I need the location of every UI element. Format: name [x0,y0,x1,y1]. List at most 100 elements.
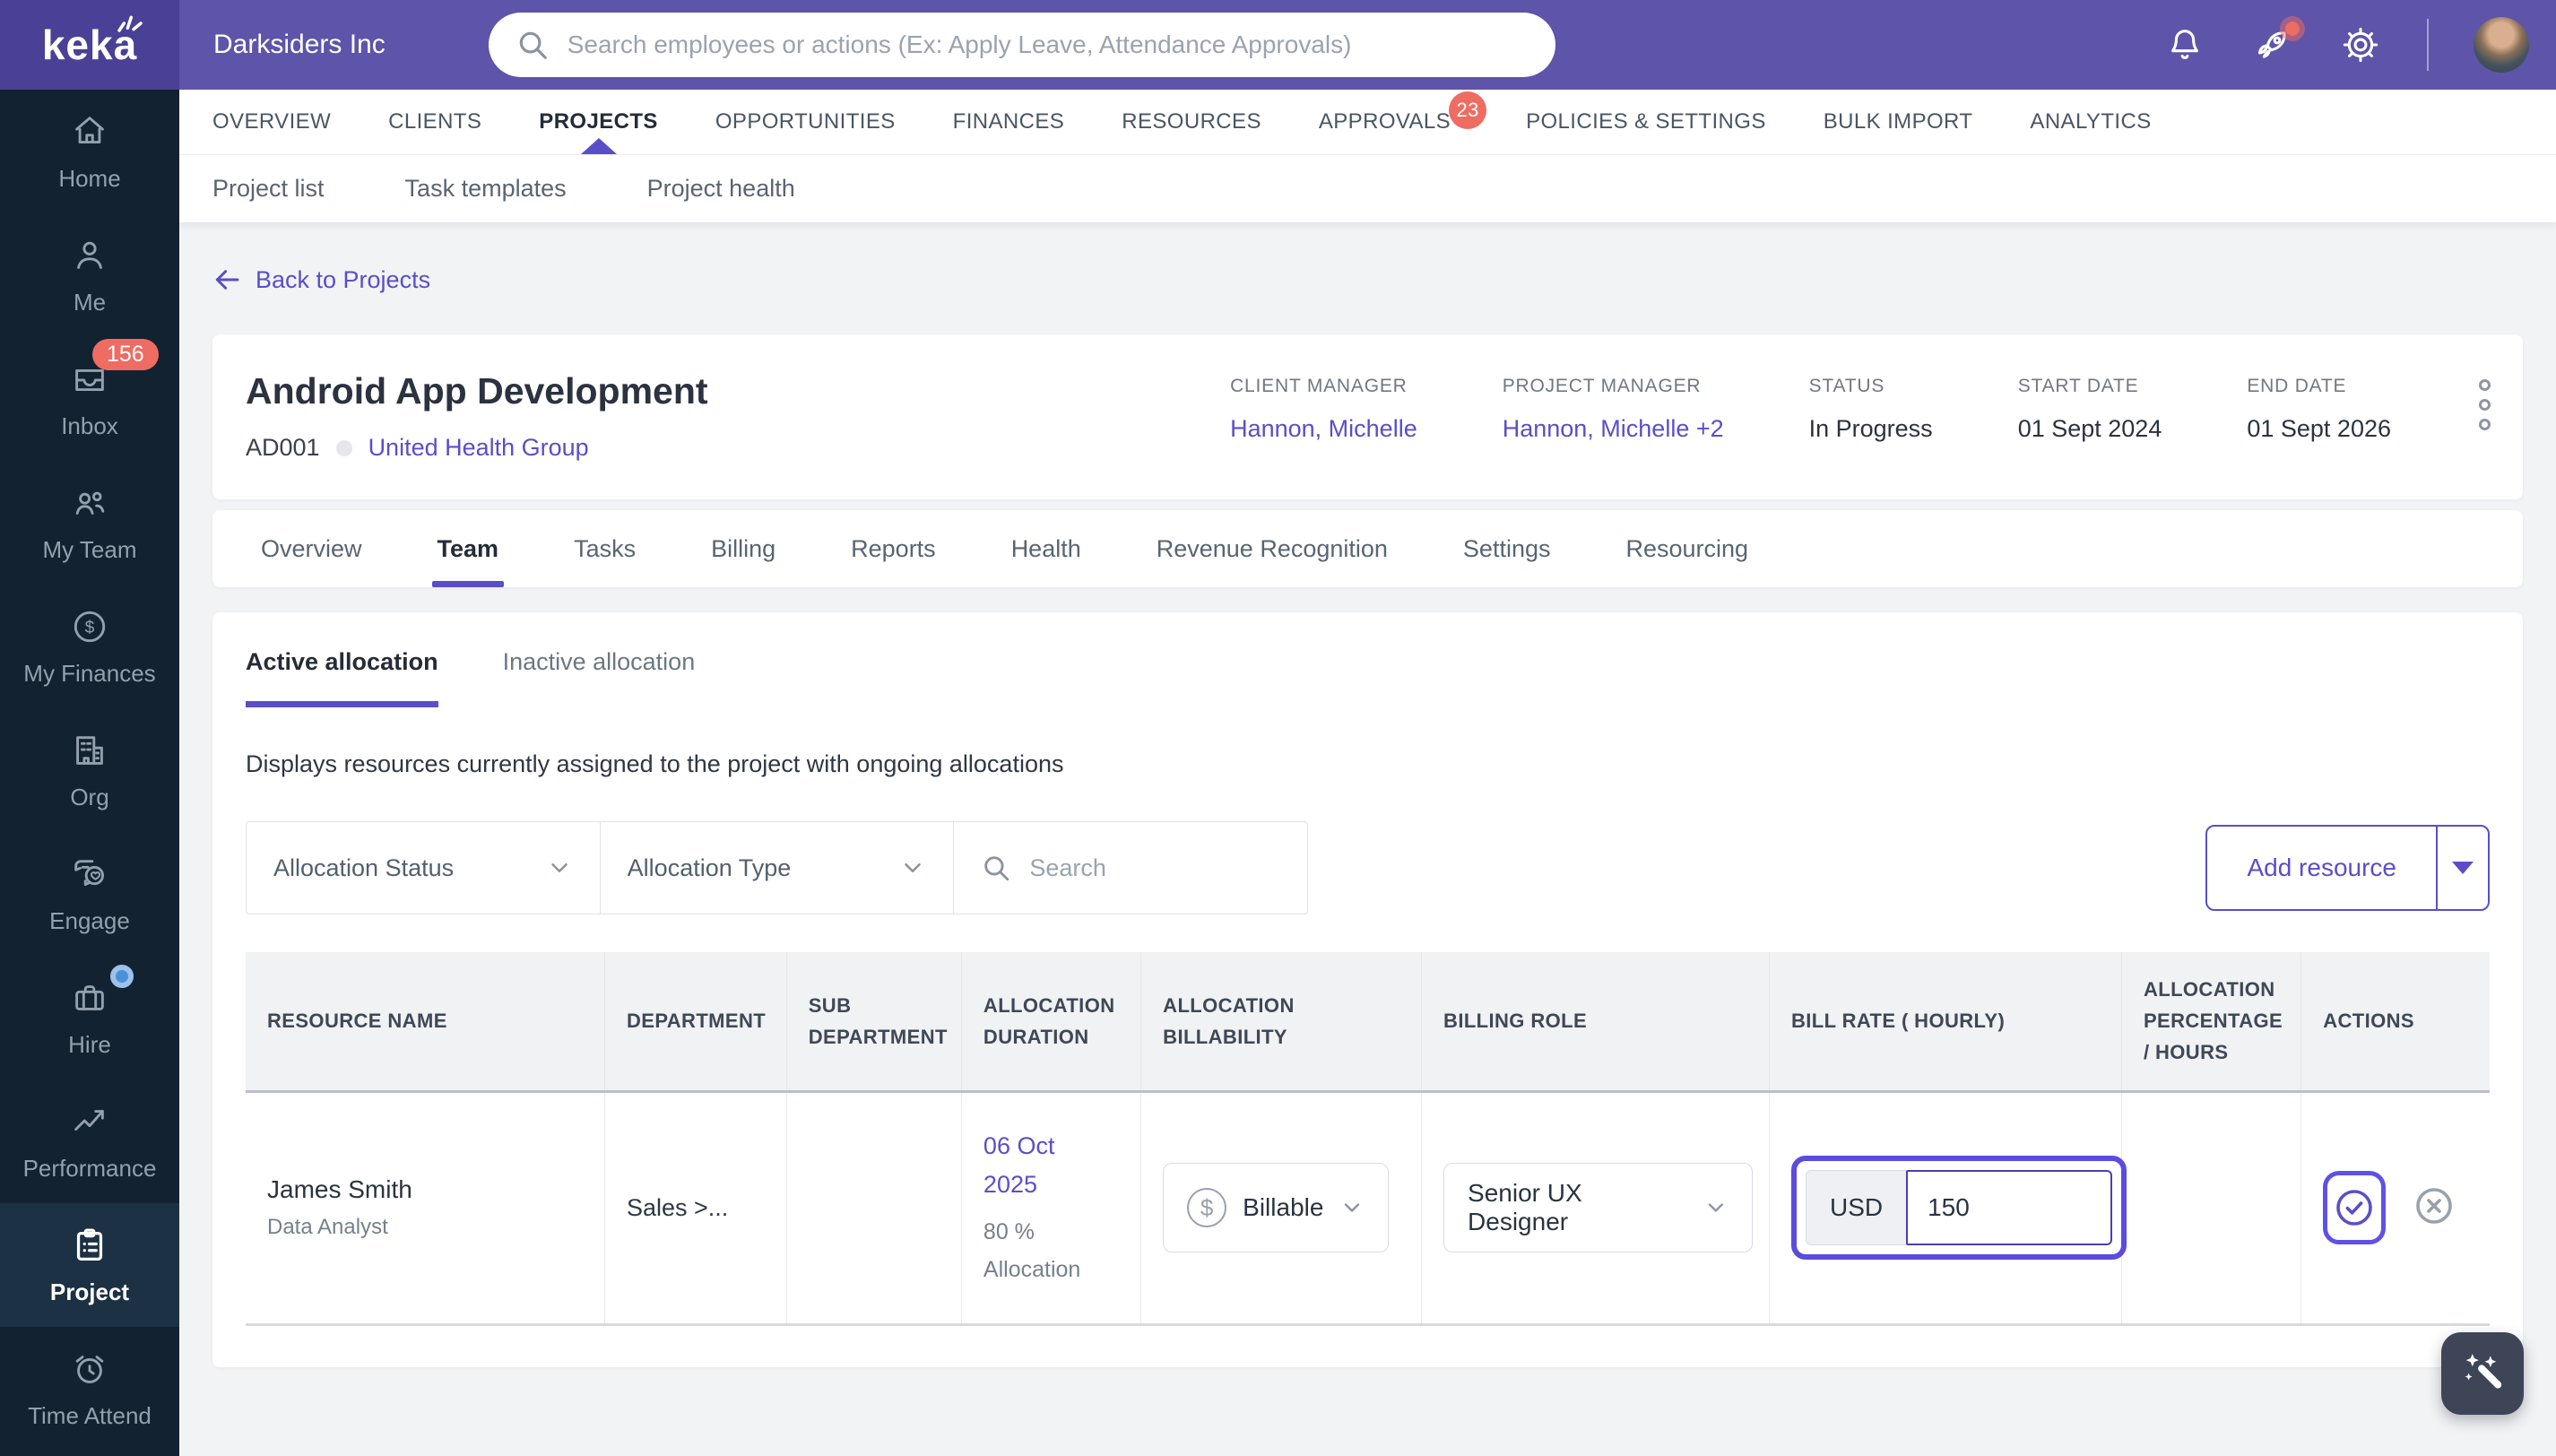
keka-logo[interactable]: keka [0,0,179,90]
inbox-count-badge: 156 [92,338,159,370]
add-resource-split-button: Add resource [2205,825,2490,911]
search-icon [519,31,547,59]
tab-tasks[interactable]: Tasks [536,510,673,587]
sidebar-item-org[interactable]: Org [0,708,179,832]
nav-item-resources[interactable]: RESOURCES [1122,90,1261,154]
nav-item-approvals[interactable]: APPROVALS 23 [1319,90,1487,154]
sidebar-item-engage[interactable]: Engage [0,832,179,956]
nav-item-opportunities[interactable]: OPPORTUNITIES [715,90,896,154]
rocket-notification-dot [2280,16,2305,41]
project-kebab-menu-icon[interactable] [2474,374,2496,436]
sidebar-item-home[interactable]: Home [0,90,179,213]
col-sub-department: SUB DEPARTMENT [786,952,962,1093]
cancel-button[interactable] [2413,1184,2456,1232]
nav-item-clients[interactable]: CLIENTS [388,90,481,154]
col-department: DEPARTMENT [604,952,787,1093]
sidebar-item-performance[interactable]: Performance [0,1079,179,1203]
allocation-search-input[interactable] [1029,854,1263,882]
client-manager-link[interactable]: Hannon, Michelle [1230,415,1417,443]
tab-billing[interactable]: Billing [673,510,813,587]
nav-item-projects[interactable]: PROJECTS [539,90,658,154]
tab-overview[interactable]: Overview [223,510,400,587]
nav-item-bulk-import[interactable]: BULK IMPORT [1824,90,1973,154]
topbar-actions [2163,16,2556,73]
sidebar-item-my-finances[interactable]: $ My Finances [0,585,179,708]
sidebar-item-my-team[interactable]: My Team [0,461,179,585]
tab-resourcing[interactable]: Resourcing [1588,510,1786,587]
tab-active-allocation[interactable]: Active allocation [246,648,438,707]
add-resource-button[interactable]: Add resource [2207,827,2436,909]
global-search[interactable] [488,13,1555,77]
sidebar-item-inbox[interactable]: 156 Inbox [0,337,179,461]
add-resource-dropdown-toggle[interactable] [2436,827,2488,909]
rocket-icon[interactable] [2251,16,2305,66]
main-content: OVERVIEW CLIENTS PROJECTS OPPORTUNITIES … [179,90,2556,1367]
trend-icon [69,1101,110,1142]
project-client-link[interactable]: United Health Group [368,434,589,462]
cell-billing-role: Senior UX Designer [1421,1091,1770,1326]
nav-item-overview[interactable]: OVERVIEW [212,90,331,154]
tab-reports[interactable]: Reports [813,510,974,587]
department-value: Sales >... [626,1193,729,1221]
nav-item-policies-settings[interactable]: POLICIES & SETTINGS [1526,90,1766,154]
page-body: Back to Projects Android App Development… [179,222,2556,1367]
notifications-bell-icon[interactable] [2163,23,2206,66]
sidebar-item-project[interactable]: Project [0,1203,179,1327]
module-nav-band: OVERVIEW CLIENTS PROJECTS OPPORTUNITIES … [179,90,2556,222]
subnav-project-health[interactable]: Project health [647,175,795,203]
tab-revenue-recognition[interactable]: Revenue Recognition [1119,510,1425,587]
tab-health[interactable]: Health [974,510,1119,587]
project-manager-link[interactable]: Hannon, Michelle +2 [1503,415,1724,443]
nav-item-analytics[interactable]: ANALYTICS [2030,90,2151,154]
inbox-tray-icon: 156 [69,338,159,400]
meta-client-manager: CLIENT MANAGER Hannon, Michelle [1230,376,1417,443]
resource-name: James Smith [267,1175,412,1204]
nav-item-finances[interactable]: FINANCES [953,90,1065,154]
billability-dropdown[interactable]: $ Billable [1163,1163,1390,1253]
team-icon [69,482,110,524]
sidebar-item-time-attend[interactable]: Time Attend [0,1327,179,1451]
cell-bill-rate: USD [1769,1091,2127,1326]
cell-actions [2300,1091,2490,1326]
tab-settings[interactable]: Settings [1425,510,1589,587]
col-allocation-duration: ALLOCATION DURATION [961,952,1142,1093]
briefcase-icon [69,964,134,1018]
home-icon [69,111,110,152]
sidebar-item-hire[interactable]: Hire [0,956,179,1079]
subnav-project-list[interactable]: Project list [212,175,325,203]
project-meta: CLIENT MANAGER Hannon, Michelle PROJECT … [1230,370,2391,462]
allocation-status-dropdown[interactable]: Allocation Status [247,822,601,914]
tab-team[interactable]: Team [400,510,537,587]
meta-end-date: END DATE 01 Sept 2026 [2247,376,2391,442]
tab-inactive-allocation[interactable]: Inactive allocation [503,648,696,707]
user-avatar[interactable] [2474,17,2529,73]
global-search-input[interactable] [567,30,1529,59]
logo-spark-icon [117,15,143,32]
currency-prefix: USD [1805,1170,1907,1246]
sidebar-item-me[interactable]: Me [0,213,179,337]
back-to-projects-link[interactable]: Back to Projects [212,265,430,294]
allocation-duration-link[interactable]: 06 Oct 2025 [983,1127,1100,1204]
bill-rate-input[interactable] [1906,1170,2113,1246]
allocation-search[interactable] [954,822,1307,914]
topbar-divider [2427,19,2429,71]
allocation-table: RESOURCE NAME DEPARTMENT SUB DEPARTMENT … [246,952,2490,1326]
magic-wand-button[interactable] [2441,1332,2524,1415]
table-row: James Smith Data Analyst Sales >... 06 O… [246,1091,2490,1326]
allocation-duration-detail: 80 % Allocation [983,1218,1081,1283]
hire-status-dot [110,964,134,988]
cell-allocation-duration: 06 Oct 2025 80 % Allocation [961,1091,1142,1326]
gear-icon[interactable] [2339,23,2382,66]
check-circle-icon [2333,1186,2376,1229]
billing-role-dropdown[interactable]: Senior UX Designer [1443,1163,1754,1253]
clipboard-icon [69,1225,110,1266]
subnav-task-templates[interactable]: Task templates [405,175,567,203]
team-allocation-card: Active allocation Inactive allocation Di… [212,612,2523,1367]
table-header-row: RESOURCE NAME DEPARTMENT SUB DEPARTMENT … [246,952,2490,1093]
confirm-button[interactable] [2323,1171,2387,1245]
allocation-type-dropdown[interactable]: Allocation Type [601,822,955,914]
main-nav: OVERVIEW CLIENTS PROJECTS OPPORTUNITIES … [179,90,2556,154]
meta-start-date: START DATE 01 Sept 2024 [2017,376,2162,442]
col-resource-name: RESOURCE NAME [246,952,605,1093]
col-actions: ACTIONS [2300,952,2490,1093]
